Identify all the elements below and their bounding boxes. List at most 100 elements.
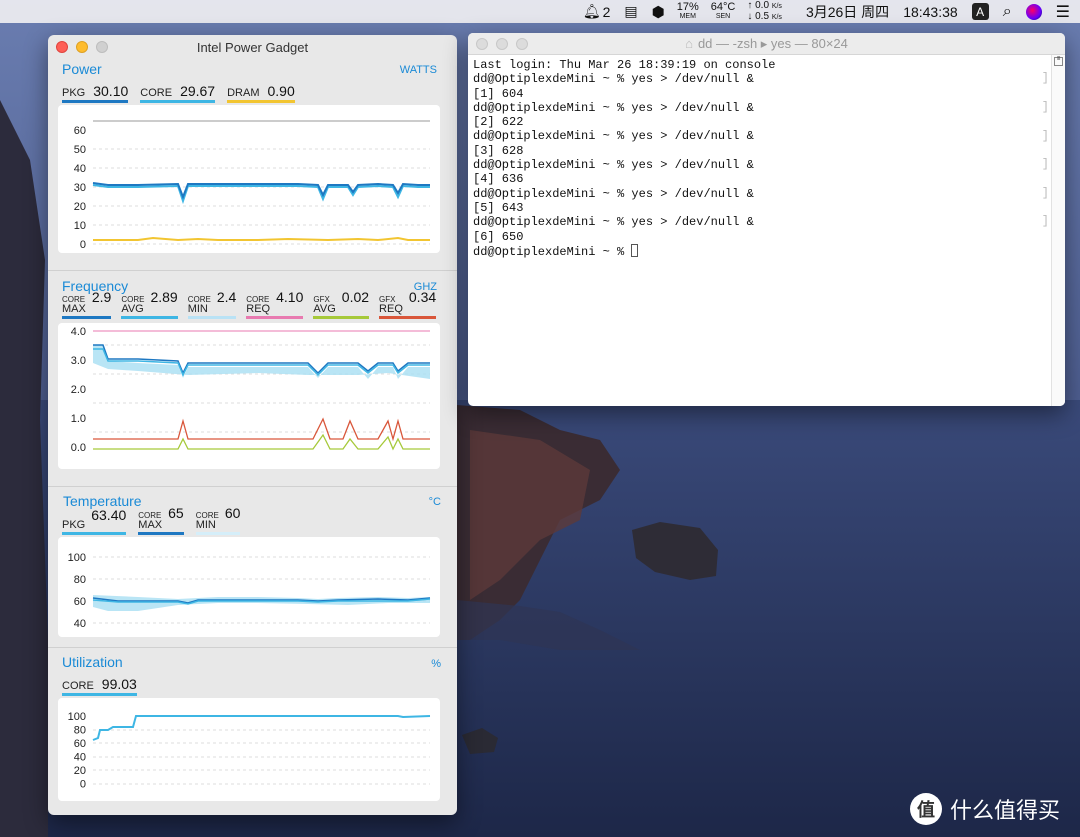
temp-ytick: 60 <box>74 596 86 608</box>
metric-color-bar <box>195 532 241 535</box>
terminal-prompt: dd@OptiplexdeMini ~ % <box>473 244 632 259</box>
terminal-line: [5] 643 <box>473 200 524 215</box>
dram-series-line <box>93 236 430 242</box>
terminal-line: [1] 604 <box>473 86 524 101</box>
mark-bracket: ] <box>1041 71 1049 85</box>
watermark-logo-icon: 值 <box>910 793 942 825</box>
freq-ytick: 2.0 <box>71 384 86 396</box>
power-metrics: PKG 30.10 CORE 29.67 DRAM 0.90 <box>48 79 457 103</box>
power-chart: 60 50 40 30 20 10 0 <box>58 105 440 253</box>
hexagon-status-icon[interactable]: ⬢ <box>652 3 665 21</box>
power-metric-dram: DRAM 0.90 <box>227 83 295 103</box>
metric-value: 4.10 <box>276 289 304 305</box>
util-core-line <box>92 715 431 741</box>
metric-color-bar <box>62 693 137 696</box>
temperature-metrics: PKG 63.40 CORE MAX 65 CORE MIN 60 <box>48 505 457 535</box>
input-method-icon: A <box>971 3 989 20</box>
terminal-line: [4] 636 <box>473 172 524 187</box>
metric-value: 65 <box>168 505 184 521</box>
temp-metric-pkg: PKG 63.40 <box>62 507 127 535</box>
notification-status[interactable]: 🔔︎ 2 <box>583 3 611 20</box>
sensor-value: 64°C <box>710 0 736 13</box>
terminal-close-button[interactable] <box>476 38 488 50</box>
mark-bracket: ] <box>1041 100 1049 114</box>
terminal-zoom-button[interactable] <box>516 38 528 50</box>
metric-label-bottom: REQ <box>246 303 271 315</box>
freq-ytick: 4.0 <box>71 326 86 338</box>
terminal-line: [2] 622 <box>473 115 524 130</box>
metric-label-bottom: REQ <box>379 303 403 315</box>
minimize-button[interactable] <box>76 41 88 53</box>
terminal-line: dd@OptiplexdeMini ~ % yes > /dev/null & <box>473 158 754 173</box>
notification-center-icon[interactable]: ☰ <box>1056 2 1070 22</box>
terminal-scrollbar[interactable]: ≡ <box>1051 55 1065 406</box>
metric-color-bar <box>187 316 237 319</box>
terminal-line: dd@OptiplexdeMini ~ % yes > /dev/null & <box>473 72 754 87</box>
terminal-prompt-line[interactable]: dd@OptiplexdeMini ~ % <box>473 243 1065 259</box>
power-unit: WATTS <box>399 64 437 76</box>
metric-value: 60 <box>224 505 241 521</box>
bell-icon: 🔔︎ <box>582 3 601 19</box>
power-ytick: 30 <box>74 182 86 194</box>
terminal-line: [3] 628 <box>473 143 524 158</box>
metric-color-bar <box>138 532 184 535</box>
terminal-menu-icon[interactable]: ≡ <box>1054 56 1063 66</box>
home-folder-icon: ⌂ <box>685 36 693 51</box>
power-ytick: 50 <box>74 144 86 156</box>
metric-color-bar <box>246 316 304 319</box>
terminal-line: dd@OptiplexdeMini ~ % yes > /dev/null & <box>473 100 754 115</box>
watermark-text: 什么值得买 <box>950 798 1061 823</box>
utilization-chart: 100 80 60 40 20 0 <box>58 698 440 801</box>
metric-label-bottom: MAX <box>138 519 163 531</box>
menubar-clock[interactable]: 18:43:38 <box>903 4 958 20</box>
terminal-minimize-button[interactable] <box>496 38 508 50</box>
memory-label: MEM <box>679 12 696 20</box>
mark-bracket: ] <box>1041 129 1049 143</box>
power-title: Power <box>62 61 102 77</box>
util-ytick: 40 <box>74 752 86 764</box>
freq-metric-gfx-avg: GFX AVG 0.02 <box>313 289 370 319</box>
terminal-line: [6] 650 <box>473 229 524 244</box>
metric-label-bottom: MIN <box>195 519 216 531</box>
temp-ytick: 40 <box>74 618 86 630</box>
metric-label: PKG <box>62 87 86 99</box>
mark-bracket: ] <box>1041 157 1049 171</box>
metric-color-bar <box>140 100 216 103</box>
util-ytick: 80 <box>74 725 86 737</box>
network-status[interactable]: ↑ 0.0 K/s ↓ 0.5 K/s <box>747 0 782 23</box>
spotlight-search-icon[interactable]: ⌕ <box>1003 3 1012 21</box>
sensor-status[interactable]: 64°C SEN <box>710 0 736 21</box>
menubar-date[interactable]: 3月26日 周四 <box>806 2 889 22</box>
metric-value: 29.67 <box>180 83 216 99</box>
terminal-line: Last login: Thu Mar 26 18:39:19 on conso… <box>473 58 776 72</box>
mark-bracket: ] <box>1041 186 1049 200</box>
metric-color-bar <box>227 100 295 103</box>
frequency-metrics: CORE MAX 2.9 CORE AVG 2.89 CORE MIN 2.4 COR… <box>48 289 457 319</box>
terminal-line: dd@OptiplexdeMini ~ % yes > /dev/null & <box>473 215 754 230</box>
siri-icon[interactable] <box>1025 3 1042 20</box>
freq-metric-core-req: CORE REQ 4.10 <box>246 289 304 319</box>
zoom-button[interactable] <box>96 41 108 53</box>
bookmark-status-icon[interactable]: ▤ <box>624 3 637 20</box>
metric-label-bottom: AVG <box>313 303 336 315</box>
freq-metric-core-max: CORE MAX 2.9 <box>62 289 112 319</box>
metric-value: 2.9 <box>91 289 112 305</box>
utilization-metrics: CORE 99.03 <box>48 668 457 696</box>
memory-status[interactable]: 17% MEM <box>677 1 699 21</box>
metric-label-bottom: AVG <box>121 303 144 315</box>
net-upload-unit: K/s <box>771 2 782 10</box>
temperature-section: Temperature °C PKG 63.40 CORE MAX 65 CORE… <box>48 486 457 647</box>
net-download-unit: K/s <box>771 13 782 21</box>
close-button[interactable] <box>56 41 68 53</box>
freq-metric-core-avg: CORE AVG 2.89 <box>121 289 178 319</box>
net-upload: ↑ 0.0 <box>747 0 770 11</box>
terminal-output[interactable]: Last login: Thu Mar 26 18:39:19 on conso… <box>468 55 1065 259</box>
metric-value: 0.02 <box>341 289 370 305</box>
power-metric-core: CORE 29.67 <box>140 83 216 103</box>
freq-ytick: 0.0 <box>71 442 86 454</box>
terminal-line: dd@OptiplexdeMini ~ % yes > /dev/null & <box>473 186 754 201</box>
mark-bracket: ] <box>1041 214 1049 228</box>
window-controls <box>56 41 108 53</box>
util-ytick: 20 <box>74 765 86 777</box>
input-method-button[interactable]: A <box>971 3 989 20</box>
